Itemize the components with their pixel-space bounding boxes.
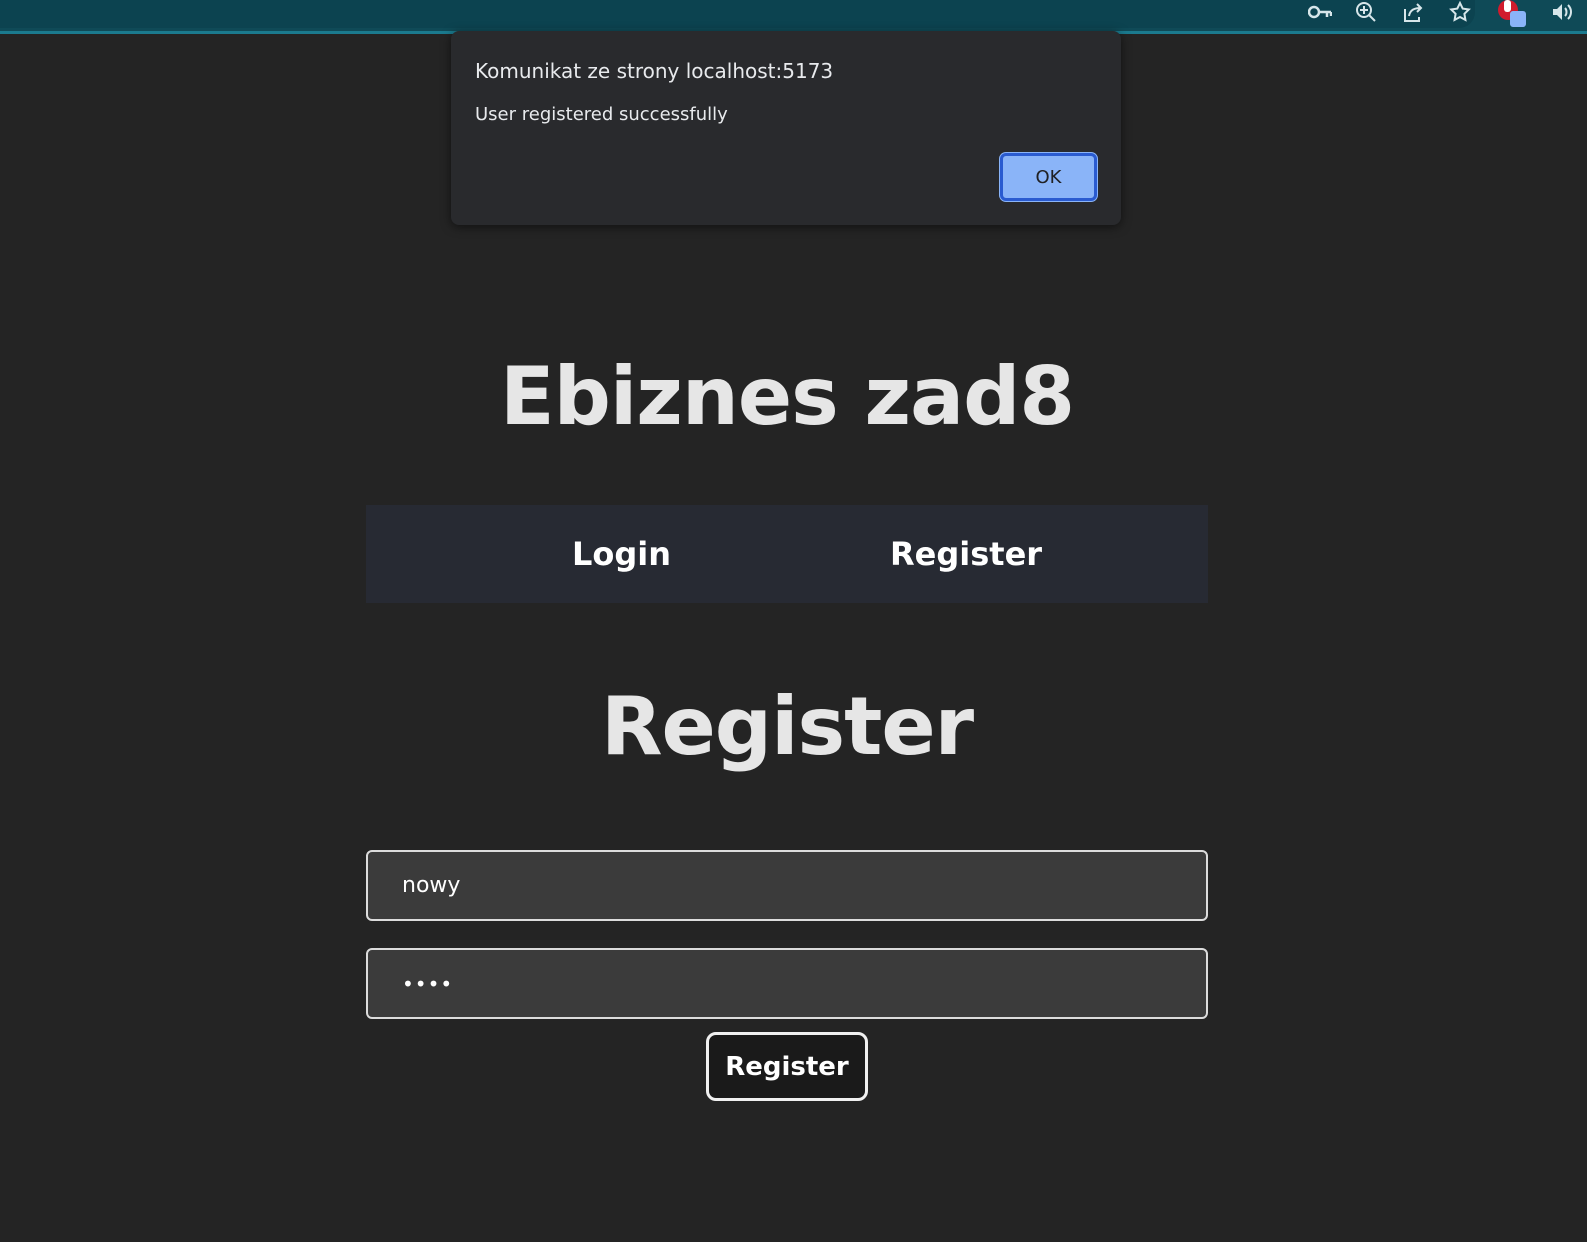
nav-register-link[interactable]: Register <box>890 505 1042 603</box>
key-icon[interactable] <box>1306 0 1334 24</box>
address-bar-end[interactable] <box>0 0 1475 28</box>
nav-bar: Login Register <box>366 505 1208 603</box>
zoom-icon[interactable] <box>1352 0 1380 24</box>
dialog-title: Komunikat ze strony localhost:5173 <box>475 59 834 83</box>
register-heading: Register <box>600 680 974 773</box>
password-input[interactable]: •••• <box>366 948 1208 1019</box>
alert-dialog: Komunikat ze strony localhost:5173 User … <box>451 31 1121 225</box>
speaker-icon[interactable] <box>1548 0 1576 24</box>
ok-button[interactable]: OK <box>1000 153 1097 201</box>
register-submit-button[interactable]: Register <box>706 1032 868 1101</box>
app-title: Ebiznes zad8 <box>499 350 1075 443</box>
username-input[interactable]: nowy <box>366 850 1208 921</box>
browser-toolbar <box>0 0 1587 34</box>
nav-login-link[interactable]: Login <box>572 505 671 603</box>
dialog-message: User registered successfully <box>475 104 728 125</box>
star-icon[interactable] <box>1446 0 1474 24</box>
share-icon[interactable] <box>1399 0 1427 24</box>
extension-icon[interactable] <box>1498 0 1526 28</box>
